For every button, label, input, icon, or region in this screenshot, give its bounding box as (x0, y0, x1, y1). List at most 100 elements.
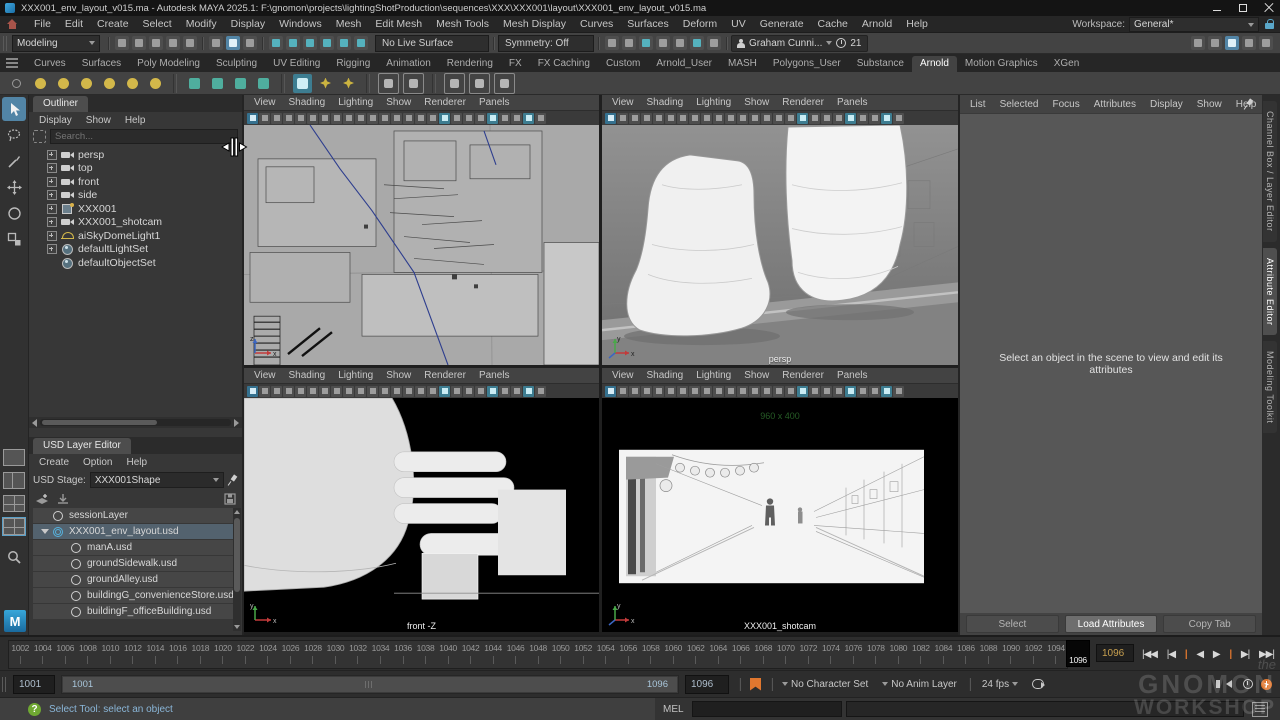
lighting-icon[interactable] (475, 386, 486, 397)
frame-all-icon[interactable] (761, 113, 772, 124)
viewport-menu-item[interactable]: Renderer (782, 97, 824, 108)
grid-icon[interactable] (319, 113, 330, 124)
shelf-tab[interactable]: Arnold (912, 56, 957, 72)
rotate-tool[interactable] (2, 201, 26, 225)
resolution-gate-icon[interactable] (701, 386, 712, 397)
shaded-mode-icon[interactable] (797, 113, 808, 124)
fps-dropdown[interactable]: 24 fps (982, 679, 1018, 690)
shelf-tab[interactable]: Poly Modeling (129, 56, 208, 72)
snap-projected-center-icon[interactable] (320, 36, 334, 50)
attribute-editor-button[interactable]: Load Attributes (1065, 615, 1158, 633)
timeline-tick[interactable]: 1056 (617, 641, 640, 668)
resolution-gate-icon[interactable] (343, 113, 354, 124)
outliner-item[interactable]: defaultLightSet (29, 243, 242, 257)
viewport-menu-item[interactable]: Shading (289, 370, 326, 381)
timeline-tick[interactable]: 1060 (662, 641, 685, 668)
usd-menu-item[interactable]: Option (83, 457, 112, 468)
separator[interactable] (260, 36, 265, 51)
script-editor-icon[interactable] (1252, 702, 1268, 717)
outliner-item[interactable]: persp (29, 148, 242, 162)
layout-two-pane-button[interactable] (3, 472, 25, 489)
sidebar-tab[interactable]: Attribute Editor (1263, 248, 1277, 336)
safe-title-icon[interactable] (749, 386, 760, 397)
viewport-front[interactable]: ViewShadingLightingShowRendererPanels (244, 368, 599, 632)
timeline-ruler[interactable]: 1002 1004 1006 1008 (8, 640, 1068, 669)
outliner-horizontal-scrollbar[interactable] (29, 417, 242, 428)
viewport-menu-item[interactable]: Panels (837, 370, 868, 381)
usd-layer-row[interactable]: buildingG_convenienceStore.usd (33, 588, 238, 603)
frame-all-icon[interactable] (761, 386, 772, 397)
shelf-tab[interactable]: Sculpting (208, 56, 265, 72)
screen-space-ao-icon[interactable] (857, 113, 868, 124)
timeline-tick[interactable]: 1066 (730, 641, 753, 668)
go-to-end-button[interactable]: ▶▶| (1257, 647, 1276, 662)
timeline-tick[interactable]: 1058 (639, 641, 662, 668)
menu-item[interactable]: File (27, 18, 58, 30)
textured-mode-icon[interactable] (451, 113, 462, 124)
cut-selection-icon[interactable] (690, 36, 704, 50)
shelf-separator[interactable] (432, 74, 436, 93)
layout-three-pane-button[interactable] (3, 495, 25, 512)
snap-point-icon[interactable] (303, 36, 317, 50)
viewport-canvas-persp[interactable]: persp x y (602, 125, 958, 365)
timeline-tick[interactable]: 1068 (752, 641, 775, 668)
step-back-key-button[interactable]: |◀ (1165, 647, 1177, 662)
playback-loop-icon[interactable] (1032, 679, 1044, 689)
timeline-tick[interactable]: 1062 (684, 641, 707, 668)
audio-mute-icon[interactable] (1226, 680, 1232, 688)
bookmark-icon[interactable] (295, 386, 306, 397)
frame-selected-icon[interactable] (415, 386, 426, 397)
textured-mode-icon[interactable] (451, 386, 462, 397)
lock-camera-icon[interactable] (629, 113, 640, 124)
menu-item[interactable]: Mesh Display (496, 18, 573, 30)
xray-icon[interactable] (535, 113, 546, 124)
arnold-skydome-light-icon[interactable] (54, 74, 73, 93)
grip-handle[interactable] (3, 36, 9, 51)
shelf-tab[interactable]: UV Editing (265, 56, 328, 72)
scrollbar-thumb[interactable] (42, 420, 157, 425)
scroll-left-icon[interactable] (32, 419, 37, 427)
gate-mask-icon[interactable] (355, 386, 366, 397)
render-settings-icon[interactable] (673, 36, 687, 50)
layer-state-icon[interactable] (53, 527, 63, 537)
arnold-volume-icon[interactable] (254, 74, 273, 93)
layout-single-pane-button[interactable] (3, 449, 25, 466)
lock-camera-icon[interactable] (271, 386, 282, 397)
timeline-tick[interactable]: 1038 (414, 641, 437, 668)
outliner-search-input[interactable] (50, 129, 238, 144)
timeline-tick[interactable]: 1074 (820, 641, 843, 668)
film-gate-icon[interactable] (689, 386, 700, 397)
open-scene-icon[interactable] (132, 36, 146, 50)
select-camera-icon[interactable] (617, 386, 628, 397)
timeline-tick[interactable]: 1026 (279, 641, 302, 668)
expand-plus-icon[interactable] (47, 231, 57, 241)
motion-blur-icon[interactable] (511, 113, 522, 124)
timeline-tick[interactable]: 1090 (1000, 641, 1023, 668)
snap-curve-icon[interactable] (286, 36, 300, 50)
wireframe-icon[interactable] (427, 113, 438, 124)
timeline-tick[interactable]: 1088 (977, 641, 1000, 668)
use-default-material-icon[interactable] (463, 113, 474, 124)
field-chart-icon[interactable] (367, 386, 378, 397)
renderer-badge-icon[interactable] (605, 386, 616, 397)
timeline-tick[interactable]: 1050 (549, 641, 572, 668)
menu-item[interactable]: Help (899, 18, 935, 30)
shelf-tab[interactable]: Animation (378, 56, 438, 72)
film-gate-icon[interactable] (331, 113, 342, 124)
timeline-tick[interactable]: 1020 (212, 641, 235, 668)
move-tool[interactable] (2, 175, 26, 199)
timeline-tick[interactable]: 1064 (707, 641, 730, 668)
separator[interactable] (737, 677, 742, 692)
viewport-menu-item[interactable]: Show (386, 370, 411, 381)
arnold-render-icon[interactable] (444, 73, 465, 94)
frame-all-icon[interactable] (403, 113, 414, 124)
timeline-tick[interactable]: 1052 (572, 641, 595, 668)
shaded-mode-icon[interactable] (797, 386, 808, 397)
image-plane-icon[interactable] (283, 386, 294, 397)
outliner-item[interactable]: top (29, 162, 242, 176)
shelf-tab[interactable]: Rendering (439, 56, 501, 72)
renderer-badge-icon[interactable] (247, 113, 258, 124)
viewport-menu-item[interactable]: Show (386, 97, 411, 108)
shelf-tab[interactable]: Custom (598, 56, 648, 72)
play-forwards-button[interactable]: ▶ (1211, 647, 1222, 662)
